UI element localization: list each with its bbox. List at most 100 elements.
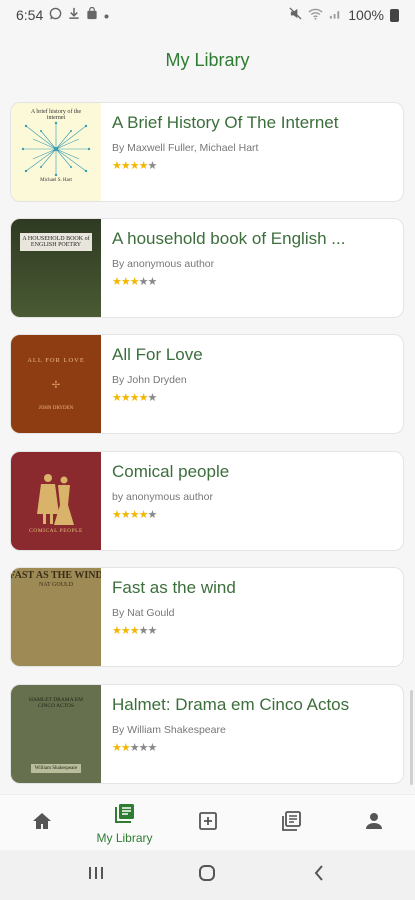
book-info: Fast as the wind By Nat Gould ★★★★★	[101, 568, 403, 666]
book-author: By anonymous author	[112, 258, 215, 270]
download-icon	[68, 7, 80, 23]
book-cover-title: COMICAL PEOPLE	[29, 528, 83, 534]
home-icon	[31, 811, 53, 836]
star-icon: ★	[147, 160, 158, 172]
status-bar-right: 100%	[289, 7, 399, 23]
book-cover-title: FAST AS THE WIND	[11, 570, 101, 581]
book-author: By William Shakespeare	[112, 724, 226, 736]
book-info: Comical people by anonymous author ★★★★★	[101, 452, 403, 550]
book-cover: ALL FOR LOVE ✢ JOHN DRYDEN	[11, 335, 101, 433]
recents-button[interactable]	[76, 860, 116, 890]
mute-icon	[289, 7, 302, 23]
book-cover-title: A HOUSEHOLD BOOK of ENGLISH POETRY	[20, 233, 92, 251]
star-icon: ★	[112, 509, 122, 521]
nav-home[interactable]	[0, 795, 83, 851]
star-icon: ★	[129, 509, 140, 521]
status-time: 6:54	[16, 7, 44, 23]
star-icon: ★	[147, 742, 158, 754]
star-icon: ★	[138, 509, 149, 521]
recents-icon	[87, 865, 105, 886]
star-icon: ★	[138, 625, 149, 637]
star-icon: ★	[112, 625, 122, 637]
star-icon: ★	[129, 276, 140, 288]
nav-add[interactable]	[166, 795, 249, 851]
book-card[interactable]: FAST AS THE WIND NAT GOULD Fast as the w…	[10, 567, 404, 667]
book-card[interactable]: HAMLET DRAMA EM CINCO ACTOS William Shak…	[10, 684, 404, 784]
book-list[interactable]: A brief history of the internet Michael …	[0, 102, 415, 794]
book-cover: A brief history of the internet Michael …	[11, 103, 101, 201]
book-card[interactable]: A HOUSEHOLD BOOK of ENGLISH POETRY A hou…	[10, 218, 404, 318]
book-cover: COMICAL PEOPLE	[11, 452, 101, 550]
nav-label: My Library	[96, 830, 153, 845]
star-icon: ★	[138, 160, 149, 172]
rating-stars: ★★★★★	[112, 159, 393, 172]
couple-illustration	[37, 474, 74, 525]
book-cover: HAMLET DRAMA EM CINCO ACTOS William Shak…	[11, 685, 101, 783]
nav-my-library[interactable]: My Library	[83, 795, 166, 851]
star-icon: ★	[112, 392, 122, 404]
book-title: Halmet: Drama em Cinco Actos	[112, 695, 350, 714]
app-bar: My Library	[0, 30, 415, 90]
home-circle-icon	[198, 864, 216, 887]
book-title: A household book of English ...	[112, 229, 346, 248]
book-cover-author: Michael S. Hart	[40, 178, 72, 183]
nav-reading-list[interactable]	[249, 795, 332, 851]
book-author: By John Dryden	[112, 374, 187, 386]
book-info: All For Love By John Dryden ★★★★★	[101, 335, 403, 433]
dot-icon	[104, 8, 109, 22]
book-cover: A HOUSEHOLD BOOK of ENGLISH POETRY	[11, 219, 101, 317]
star-icon: ★	[120, 742, 131, 754]
rating-stars: ★★★★★	[112, 741, 393, 754]
star-icon: ★	[138, 742, 149, 754]
reading-list-icon	[280, 810, 302, 837]
status-bar-left: 6:54	[16, 6, 109, 23]
star-icon: ★	[129, 625, 140, 637]
wifi-icon	[308, 8, 323, 23]
star-icon: ★	[112, 276, 122, 288]
star-icon: ★	[138, 276, 149, 288]
star-icon: ★	[129, 742, 140, 754]
star-icon: ★	[120, 392, 131, 404]
network-illustration	[21, 121, 91, 176]
star-icon: ★	[120, 276, 131, 288]
book-cover-title: A brief history of the internet	[30, 109, 82, 121]
star-icon: ★	[112, 742, 122, 754]
home-button[interactable]	[187, 860, 227, 890]
back-chevron-icon	[313, 864, 325, 887]
nav-profile[interactable]	[332, 795, 415, 851]
book-card[interactable]: A brief history of the internet Michael …	[10, 102, 404, 202]
book-cover-title: ALL FOR LOVE	[27, 357, 85, 364]
book-card[interactable]: ALL FOR LOVE ✢ JOHN DRYDEN All For Love …	[10, 334, 404, 434]
rating-stars: ★★★★★	[112, 275, 393, 288]
star-icon: ★	[129, 160, 140, 172]
scrollbar[interactable]	[410, 690, 413, 785]
book-card[interactable]: COMICAL PEOPLE Comical people by anonymo…	[10, 451, 404, 551]
star-icon: ★	[138, 392, 149, 404]
add-box-icon	[197, 810, 219, 837]
rating-stars: ★★★★★	[112, 508, 393, 521]
star-icon: ★	[147, 276, 158, 288]
book-author: by anonymous author	[112, 491, 213, 503]
back-button[interactable]	[299, 860, 339, 890]
book-info: A household book of English ... By anony…	[101, 219, 403, 317]
rating-stars: ★★★★★	[112, 624, 393, 637]
battery-icon	[390, 8, 399, 22]
book-info: A Brief History Of The Internet By Maxwe…	[101, 103, 403, 201]
system-nav-bar	[0, 850, 415, 900]
star-icon: ★	[147, 625, 158, 637]
library-icon	[114, 802, 136, 829]
book-cover-author: William Shakespeare	[30, 764, 82, 773]
book-cover-title: HAMLET DRAMA EM CINCO ACTOS	[29, 697, 83, 709]
book-title: A Brief History Of The Internet	[112, 113, 339, 132]
star-icon: ★	[147, 392, 158, 404]
book-cover: FAST AS THE WIND NAT GOULD	[11, 568, 101, 666]
bag-icon	[86, 6, 98, 23]
cross-ornament-icon: ✢	[51, 379, 61, 391]
book-cover-author: JOHN DRYDEN	[38, 406, 74, 411]
status-bar: 6:54 100%	[0, 0, 415, 30]
profile-icon	[364, 811, 384, 836]
book-title: Fast as the wind	[112, 578, 236, 597]
signal-icon	[329, 8, 342, 23]
star-icon: ★	[120, 160, 131, 172]
book-author: By Nat Gould	[112, 607, 175, 619]
